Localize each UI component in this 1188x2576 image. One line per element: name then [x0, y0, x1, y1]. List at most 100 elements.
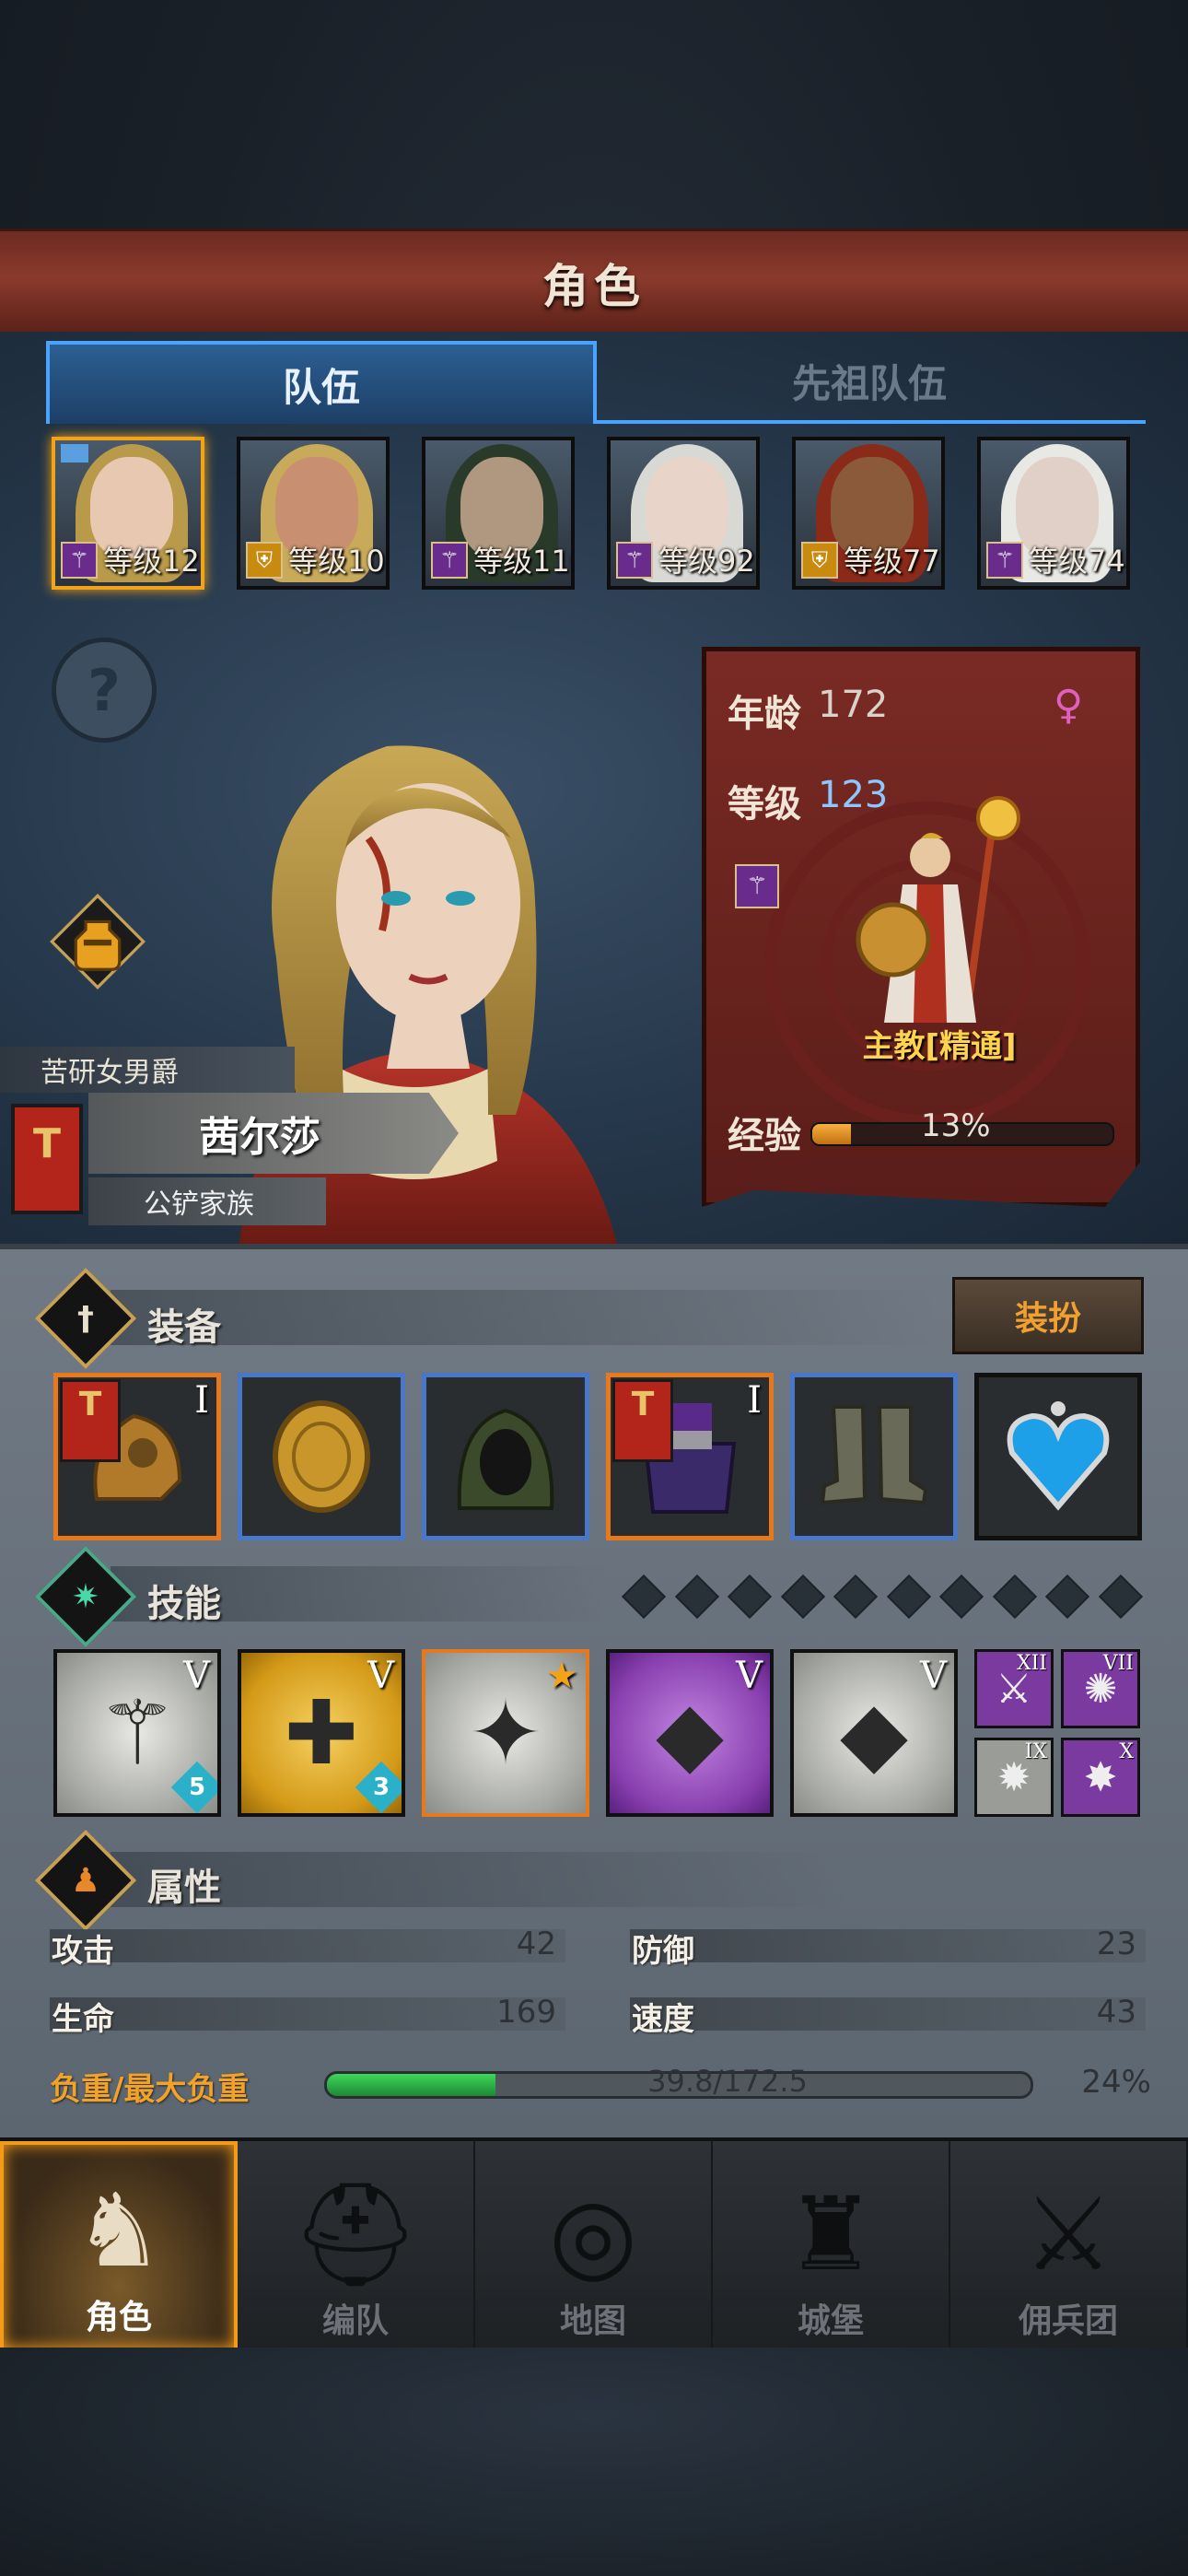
passive-skill-tier: IX [1024, 1740, 1047, 1763]
equipment-slot-leather-boots[interactable] [790, 1373, 958, 1540]
skill-slot[interactable]: ◆ V [790, 1649, 958, 1817]
equipment-slot-hood-cloak[interactable] [422, 1373, 589, 1540]
attributes-header-line [111, 1852, 847, 1907]
dress-up-button[interactable]: 装扮 [952, 1277, 1144, 1354]
load-percent: 24% [1081, 2064, 1151, 2101]
passive-skill-slot[interactable]: ✺ VII [1061, 1649, 1140, 1728]
load-value: 39.8/172.5 [647, 2064, 808, 2099]
skills-title: 技能 [147, 1583, 221, 1625]
hero-family: 公铲家族 [88, 1177, 326, 1225]
team-member-portrait[interactable]: ⚚ 等级74 [977, 437, 1130, 590]
team-member-portrait[interactable]: ⛨等级103 [237, 437, 390, 590]
passive-skill-slot[interactable]: ✹ IX [974, 1738, 1054, 1817]
female-gender-icon: ♀ [1054, 682, 1084, 729]
castle-icon: ♜ [785, 2175, 877, 2293]
bottom-navigation: ♞ 角色 ⛑ 编队 ◎ 地图 ♜ 城堡 ⚔ 佣兵团 [0, 2137, 1188, 2351]
tab-team[interactable]: 队伍 [46, 341, 597, 424]
equipment-slot-heart-amulet[interactable] [974, 1373, 1142, 1540]
portrait-level: 等级77 [844, 544, 940, 579]
exp-percent: 13% [921, 1107, 991, 1144]
skill-tier: V [736, 1655, 763, 1697]
leather-boots-icon [815, 1398, 933, 1516]
team-member-portrait[interactable]: ⛨ 等级77 [792, 437, 945, 590]
attributes-title: 属性 [147, 1867, 221, 1909]
nav-label: 城堡 [797, 2302, 864, 2340]
family-banner-icon: T [612, 1379, 673, 1462]
exp-label: 经验 [728, 1115, 801, 1157]
skill-tier: V [183, 1655, 210, 1697]
portrait-level: 等级103 [288, 544, 386, 579]
passive-skill-slot[interactable]: ⚔ XII [974, 1649, 1054, 1728]
skill-tier: V [367, 1655, 394, 1697]
level-label: 等级 [728, 783, 801, 825]
skill-sub-count: 5 [188, 1774, 206, 1801]
compass-map-icon: ◎ [549, 2175, 637, 2293]
age-value: 172 [818, 684, 889, 726]
skill-sub-count: 3 [372, 1774, 390, 1801]
defense-label: 防御 [632, 1933, 694, 1970]
nav-knight[interactable]: ♞ 角色 [0, 2141, 238, 2351]
hero-title-plate: 苦研女男爵 [0, 1047, 295, 1093]
portrait-level: 等级74 [1029, 544, 1125, 579]
class-icon: ⚚ [61, 542, 98, 579]
nav-label: 编队 [321, 2302, 389, 2340]
nav-label: 地图 [559, 2302, 626, 2340]
team-member-portrait[interactable]: ⚚等级123 [52, 437, 204, 590]
exp-progress-fill [812, 1124, 852, 1144]
class-name: 主教[精通] [862, 1028, 1017, 1065]
team-member-portrait[interactable]: ⚚等级110 [422, 437, 575, 590]
passive-skill-tier: VII [1102, 1652, 1134, 1675]
leader-flag-icon [61, 444, 88, 463]
tab-ancestor-team[interactable]: 先祖队伍 [593, 341, 1146, 424]
nav-helmet[interactable]: ⛑ 编队 [238, 2141, 475, 2351]
equipment-title: 装备 [147, 1306, 221, 1349]
class-icon: ⚚ [431, 542, 468, 579]
skill-slot[interactable]: ✦ ★ [422, 1649, 589, 1817]
hero-name[interactable]: 茜尔莎 [88, 1093, 459, 1174]
round-shield-icon [262, 1398, 380, 1516]
skill-slot[interactable]: ✚ V 3 [238, 1649, 405, 1817]
class-icon: ⚚ [986, 542, 1023, 579]
equipment-tier: I [747, 1379, 762, 1422]
class-icon: ⚚ [616, 542, 653, 579]
bottom-background [0, 2348, 1188, 2576]
equipment-tier: I [194, 1379, 209, 1422]
helmet-icon: ⛑ [291, 2175, 420, 2293]
portrait-level: 等级110 [473, 544, 571, 579]
page-title-bar: 角色 [0, 228, 1188, 338]
family-banner-icon[interactable]: T [11, 1104, 83, 1214]
equipment-slot-plate-armor[interactable]: TI [606, 1373, 774, 1540]
passive-skill-tier: XII [1016, 1652, 1047, 1675]
knight-icon: ♞ [73, 2172, 165, 2289]
passive-skill-slot[interactable]: ✸ X [1061, 1738, 1140, 1817]
load-progress-fill [327, 2074, 496, 2096]
team-member-portrait[interactable]: ⚚ 等级92 [607, 437, 760, 590]
hood-cloak-icon [447, 1398, 565, 1516]
attack-value: 42 [516, 1926, 556, 1962]
class-staff-icon[interactable]: ⚚ [735, 864, 779, 908]
help-icon[interactable]: ? [52, 638, 157, 743]
skill-slot[interactable]: ◆ V [606, 1649, 774, 1817]
skill-sub-badge: 5 [170, 1761, 217, 1813]
speed-value: 43 [1096, 1994, 1136, 2031]
defense-value: 23 [1096, 1926, 1136, 1962]
nav-label: 佣兵团 [1018, 2302, 1118, 2340]
skill-sub-badge: 3 [355, 1761, 402, 1813]
potion-bag-icon[interactable] [48, 892, 147, 991]
portrait-level: 等级92 [658, 544, 755, 579]
skill-slot[interactable]: ⚚ V 5 [53, 1649, 221, 1817]
nav-castle[interactable]: ♜ 城堡 [713, 2141, 950, 2351]
portrait-level: 等级123 [103, 544, 201, 579]
nav-mercenary[interactable]: ⚔ 佣兵团 [950, 2141, 1188, 2351]
equipment-slot-round-shield[interactable] [238, 1373, 405, 1540]
load-label: 负重/最大负重 [50, 2071, 250, 2108]
equipment-slot-ornate-helm[interactable]: TI [53, 1373, 221, 1540]
family-banner-icon: T [60, 1379, 121, 1462]
attack-label: 攻击 [52, 1933, 114, 1970]
hp-value: 169 [496, 1994, 556, 2031]
age-label: 年龄 [728, 693, 801, 735]
skill-tier: ★ [545, 1655, 578, 1697]
nav-compass-map[interactable]: ◎ 地图 [475, 2141, 713, 2351]
skill-tier: V [920, 1655, 947, 1697]
speed-label: 速度 [632, 2001, 694, 2038]
